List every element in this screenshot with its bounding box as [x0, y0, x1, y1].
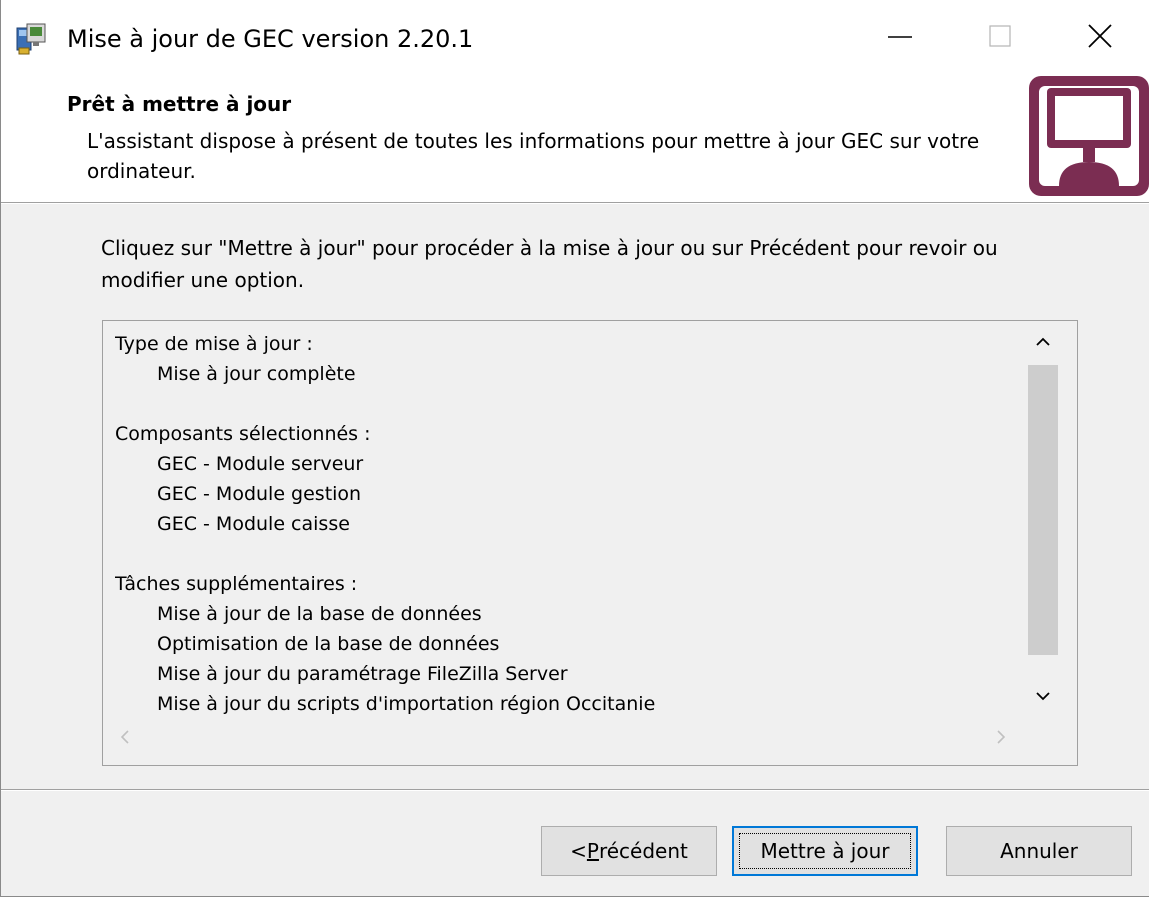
computer-monitor-logo — [1025, 76, 1149, 198]
vertical-scrollbar[interactable] — [1027, 321, 1059, 719]
cancel-button-label: Annuler — [1000, 839, 1078, 863]
chevron-up-icon — [1036, 337, 1050, 346]
chevron-down-icon — [1036, 692, 1050, 701]
page-title: Prêt à mettre à jour — [67, 92, 292, 116]
installer-app-icon — [15, 22, 49, 56]
summary-item: Optimisation de la base de données — [157, 633, 500, 655]
wizard-header: Prêt à mettre à jour L'assistant dispose… — [1, 76, 1149, 203]
scrollbar-corner — [1027, 719, 1059, 755]
summary-heading: Composants sélectionnés : — [115, 423, 371, 445]
focus-rectangle — [739, 833, 911, 869]
maximize-button[interactable] — [950, 0, 1050, 76]
minimize-icon — [888, 36, 912, 38]
summary-item: GEC - Module serveur — [157, 453, 364, 475]
scroll-down-button[interactable] — [1027, 677, 1059, 719]
summary-item: GEC - Module gestion — [157, 483, 362, 505]
minimize-button[interactable] — [850, 0, 950, 76]
previous-button-prefix: < — [570, 839, 587, 863]
summary-item: GEC - Module caisse — [157, 513, 350, 535]
summary-heading: Tâches supplémentaires : — [115, 573, 358, 595]
summary-text: Type de mise à jour : Mise à jour complèt… — [115, 329, 1023, 715]
setup-wizard-window: Mise à jour de GEC version 2.20.1 Prêt à… — [0, 0, 1149, 897]
chevron-left-icon — [120, 730, 129, 744]
maximize-icon — [989, 25, 1011, 47]
previous-button[interactable]: < Précédent — [541, 826, 717, 876]
summary-spacer — [115, 539, 1023, 569]
scroll-left-button[interactable] — [109, 719, 141, 755]
summary-item: Mise à jour du scripts d'importation rég… — [157, 693, 656, 715]
summary-item: Mise à jour du paramétrage FileZilla Ser… — [157, 663, 568, 685]
title-bar[interactable]: Mise à jour de GEC version 2.20.1 — [1, 0, 1149, 76]
instruction-text: Cliquez sur "Mettre à jour" pour procéde… — [101, 236, 998, 292]
footer-divider-highlight — [1, 790, 1149, 791]
summary-item: Mise à jour de la base de données — [157, 603, 482, 625]
close-icon — [1088, 24, 1112, 48]
previous-button-accelerator: P — [586, 839, 599, 863]
update-button[interactable]: Mettre à jour — [732, 826, 918, 876]
page-description: L'assistant dispose à présent de toutes … — [87, 129, 980, 183]
summary-spacer — [115, 389, 1023, 419]
summary-item: Mise à jour complète — [157, 363, 356, 385]
horizontal-scrollbar[interactable] — [103, 719, 1027, 755]
summary-memo[interactable]: Type de mise à jour : Mise à jour complèt… — [102, 320, 1078, 766]
summary-heading: Type de mise à jour : — [115, 333, 313, 355]
header-divider-highlight — [1, 203, 1149, 204]
scroll-right-button[interactable] — [985, 719, 1017, 755]
chevron-right-icon — [997, 730, 1006, 744]
scroll-up-button[interactable] — [1027, 321, 1059, 363]
window-title: Mise à jour de GEC version 2.20.1 — [67, 25, 474, 53]
vertical-scroll-thumb[interactable] — [1028, 365, 1058, 655]
close-button[interactable] — [1050, 0, 1149, 76]
previous-button-label: récédent — [598, 839, 688, 863]
cancel-button[interactable]: Annuler — [946, 826, 1132, 876]
